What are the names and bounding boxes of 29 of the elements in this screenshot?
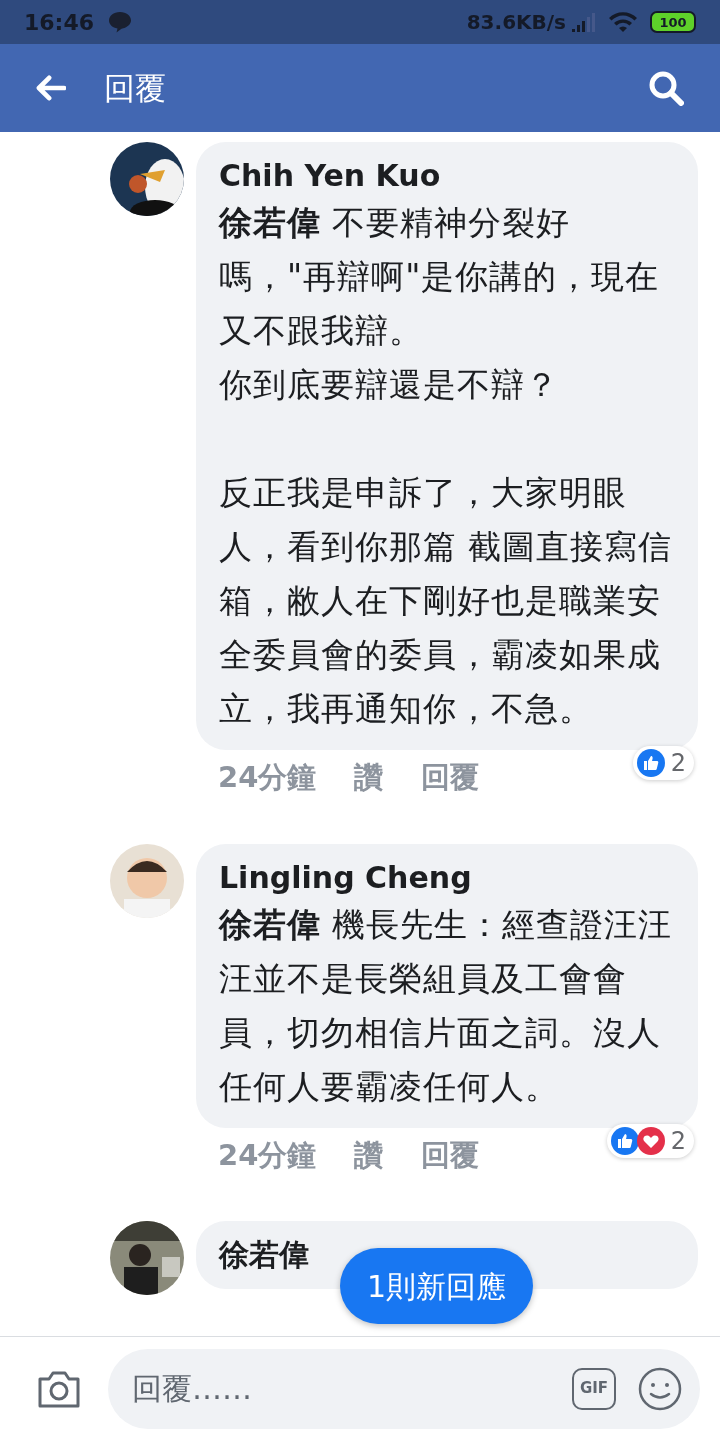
status-time: 16:46 xyxy=(24,8,95,37)
comment-time: 24分鐘 xyxy=(218,1136,317,1174)
signal-icon xyxy=(570,12,596,32)
comment-text: 徐若偉 機長先生：經查證汪汪汪並不是長榮組員及工會會員，切勿相信片面之詞。沒人任何人要霸凌任何人。 xyxy=(219,903,674,1108)
battery-icon: 100 xyxy=(650,11,696,33)
emoji-icon[interactable] xyxy=(638,1366,682,1411)
comment-time: 24分鐘 xyxy=(218,759,317,796)
new-replies-pill[interactable]: 1則新回應 xyxy=(340,1248,534,1324)
comment-text: 你到底要辯還是不辯？ xyxy=(219,364,560,406)
reply-link[interactable]: 回覆 xyxy=(421,1133,480,1177)
like-link[interactable]: 讚 xyxy=(354,756,384,800)
author-name[interactable]: Chih Yen Kuo xyxy=(219,156,675,196)
author-name[interactable]: Lingling Cheng xyxy=(219,857,675,898)
reply-link[interactable]: 回覆 xyxy=(421,756,480,800)
back-arrow-icon[interactable] xyxy=(36,75,66,101)
reaction-count[interactable]: 2 xyxy=(632,746,694,780)
reply-input-field[interactable]: 回覆…… GIF xyxy=(108,1348,700,1429)
comment-text: 反正我是申訴了，大家明眼人，看到你那篇 截圖直接寫信箱，敝人在下剛好也是職業安全委員會的委員，霸凌如果成立，我再通知你，不急。 xyxy=(219,472,674,730)
chat-bubble-icon xyxy=(108,11,133,33)
reaction-count[interactable]: 2 xyxy=(606,1123,694,1158)
thumbs-up-icon xyxy=(610,1126,639,1155)
header-title: 回覆 xyxy=(104,68,166,108)
wifi-icon xyxy=(608,11,638,33)
like-link[interactable]: 讚 xyxy=(354,1133,384,1177)
gif-button[interactable]: GIF xyxy=(572,1367,616,1410)
thumbs-up-icon xyxy=(636,749,665,777)
comment-text: 徐若偉 不要精神分裂好嗎，"再辯啊"是你講的，現在又不跟我辯。 xyxy=(219,202,661,352)
search-icon[interactable] xyxy=(648,70,684,106)
network-speed: 83.6KB/s xyxy=(466,9,566,36)
